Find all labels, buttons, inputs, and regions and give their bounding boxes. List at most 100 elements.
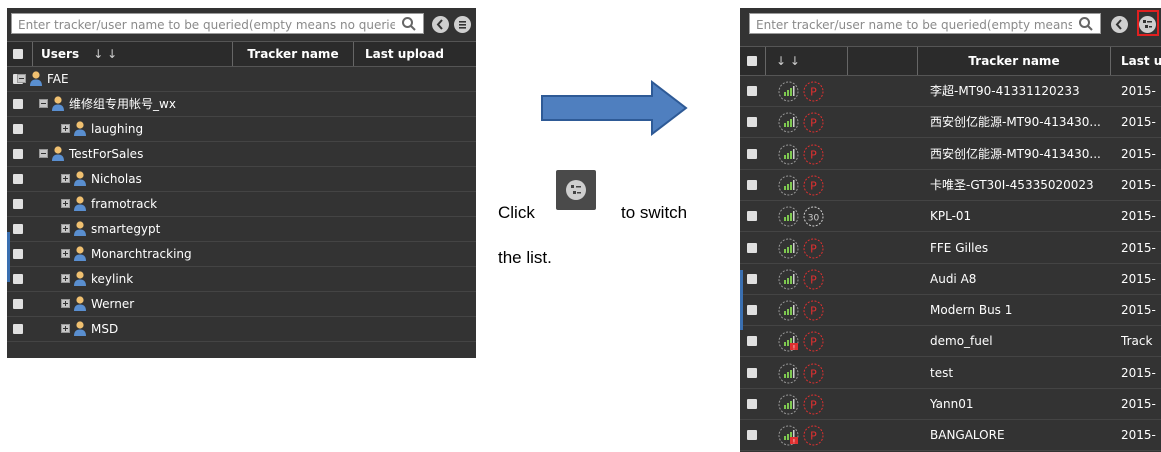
tracker-row[interactable]: P Yann01 2015- (740, 389, 1161, 420)
collapse-button[interactable] (1111, 16, 1128, 33)
row-checkbox[interactable] (13, 174, 23, 184)
tree-node-label[interactable]: FAE (47, 67, 69, 91)
collapse-icon[interactable] (39, 149, 48, 158)
tracker-name-cell[interactable]: Audi A8 (930, 264, 1108, 295)
row-checkbox[interactable] (13, 249, 23, 259)
tracker-name-column-header[interactable]: Tracker name (918, 47, 1111, 75)
tree-row[interactable]: Monarchtracking (7, 242, 476, 267)
tracker-name-cell[interactable]: 西安创亿能源-MT90-413430... (930, 139, 1108, 170)
users-column-header[interactable]: Users ↓ ↓ (33, 42, 233, 66)
tracker-row[interactable]: P FFE Gilles 2015- (740, 233, 1161, 264)
collapse-button[interactable] (432, 16, 449, 33)
tracker-name-cell[interactable]: test (930, 358, 1108, 389)
expand-icon[interactable] (61, 274, 70, 283)
row-checkbox[interactable] (747, 243, 757, 253)
row-checkbox[interactable] (13, 199, 23, 209)
tree-row[interactable]: Werner (7, 292, 476, 317)
search-input[interactable] (750, 15, 1100, 33)
tracker-row[interactable]: Ptest 2015- (740, 358, 1161, 389)
tree-node-label[interactable]: Werner (91, 292, 134, 316)
expand-icon[interactable] (61, 224, 70, 233)
row-checkbox[interactable] (747, 336, 757, 346)
status-icon: P (803, 144, 824, 165)
collapse-icon[interactable] (17, 74, 26, 83)
tree-row[interactable]: FAE (7, 67, 476, 92)
tracker-name-cell[interactable]: 李超-MT90-41331120233 (930, 76, 1108, 107)
tree-row[interactable]: smartegypt (7, 217, 476, 242)
tracker-name-cell[interactable]: 卡唯圣-GT30I-45335020023 (930, 170, 1108, 201)
expand-icon[interactable] (61, 249, 70, 258)
expand-icon[interactable] (61, 124, 70, 133)
tree-row[interactable]: MSD (7, 317, 476, 342)
tree-row[interactable]: keylink (7, 267, 476, 292)
row-checkbox[interactable] (747, 86, 757, 96)
row-checkbox[interactable] (747, 149, 757, 159)
tree-node-label[interactable]: keylink (91, 267, 133, 291)
tracker-name-column-header[interactable]: Tracker name (233, 42, 354, 66)
sort-column-header[interactable]: ↓ ↓ (766, 47, 848, 75)
tracker-row[interactable]: P 李超-MT90-41331120233 2015- (740, 76, 1161, 107)
select-all-checkbox[interactable] (747, 56, 757, 66)
row-checkbox[interactable] (13, 124, 23, 134)
row-checkbox[interactable] (747, 180, 757, 190)
tracker-row[interactable]: ! P BANGALORE 2015- (740, 420, 1161, 451)
tree-node-label[interactable]: framotrack (91, 192, 157, 216)
tree-node-label[interactable]: Monarchtracking (91, 242, 192, 266)
tree-node-label[interactable]: laughing (91, 117, 143, 141)
row-checkbox[interactable] (747, 430, 757, 440)
row-checkbox[interactable] (13, 224, 23, 234)
tracker-name-cell[interactable]: Modern Bus 1 (930, 295, 1108, 326)
expand-icon[interactable] (61, 324, 70, 333)
expand-icon[interactable] (61, 174, 70, 183)
tree-node-label[interactable]: 维修组专用帐号_wx (69, 92, 176, 116)
row-checkbox[interactable] (747, 305, 757, 315)
tracker-row[interactable]: ! Pdemo_fuel Track (740, 326, 1161, 357)
tree-row[interactable]: TestForSales (7, 142, 476, 167)
tree-node-label[interactable]: smartegypt (91, 217, 160, 241)
row-checkbox[interactable] (747, 274, 757, 284)
expand-icon[interactable] (61, 199, 70, 208)
tree-node-label[interactable]: Nicholas (91, 167, 142, 191)
tracker-name-cell[interactable]: FFE Gilles (930, 233, 1108, 264)
row-checkbox[interactable] (747, 117, 757, 127)
tracker-name-cell[interactable]: 西安创亿能源-MT90-413430... (930, 107, 1108, 138)
tracker-name-cell[interactable]: demo_fuel (930, 326, 1108, 357)
last-upload-column-header[interactable]: Last u (1111, 47, 1161, 75)
collapse-icon[interactable] (39, 99, 48, 108)
tree-row[interactable]: Nicholas (7, 167, 476, 192)
sort-arrows-icon[interactable]: ↓ ↓ (776, 54, 800, 68)
status-icon: P (803, 112, 824, 133)
tracker-name-cell[interactable]: Yann01 (930, 389, 1108, 420)
tracker-row[interactable]: 30 KPL-01 2015- (740, 201, 1161, 232)
tree-node-label[interactable]: MSD (91, 317, 118, 341)
select-all-checkbox[interactable] (13, 49, 23, 59)
row-checkbox[interactable] (13, 274, 23, 284)
row-checkbox[interactable] (13, 99, 23, 109)
tracker-row[interactable]: P Modern Bus 1 2015- (740, 295, 1161, 326)
search-icon[interactable] (401, 16, 417, 32)
tracker-row[interactable]: P 卡唯圣-GT30I-45335020023 2015- (740, 170, 1161, 201)
tree-node-label[interactable]: TestForSales (69, 142, 143, 166)
tree-row[interactable]: framotrack (7, 192, 476, 217)
tree-row[interactable]: laughing (7, 117, 476, 142)
tracker-row[interactable]: P 西安创亿能源-MT90-413430... 2015- (740, 107, 1161, 138)
row-checkbox[interactable] (747, 368, 757, 378)
row-checkbox[interactable] (13, 149, 23, 159)
row-checkbox[interactable] (747, 211, 757, 221)
tree-row[interactable]: 维修组专用帐号_wx (7, 92, 476, 117)
row-checkbox[interactable] (747, 399, 757, 409)
last-upload-cell: Track (1121, 334, 1153, 348)
last-upload-column-header[interactable]: Last upload (354, 42, 476, 66)
search-input[interactable] (12, 15, 423, 33)
row-checkbox[interactable] (13, 299, 23, 309)
sort-arrows-icon[interactable]: ↓ ↓ (93, 47, 117, 61)
tracker-row[interactable]: P Audi A8 2015- (740, 264, 1161, 295)
search-icon[interactable] (1078, 16, 1094, 32)
tracker-name-cell[interactable]: KPL-01 (930, 201, 1108, 232)
switch-list-button[interactable] (454, 16, 471, 33)
row-checkbox[interactable] (13, 324, 23, 334)
tracker-row[interactable]: P 西安创亿能源-MT90-413430... 2015- (740, 139, 1161, 170)
last-upload-cell: 2015- (1121, 115, 1156, 129)
expand-icon[interactable] (61, 299, 70, 308)
tracker-name-cell[interactable]: BANGALORE (930, 420, 1108, 451)
